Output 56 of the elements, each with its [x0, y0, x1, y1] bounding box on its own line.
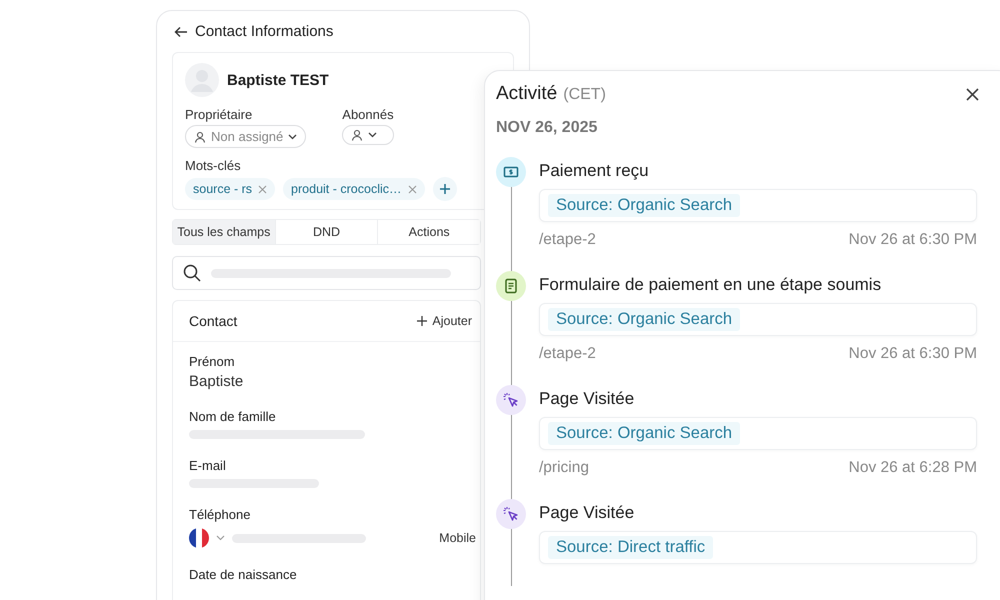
field-label: Mots-clés: [185, 158, 242, 173]
event-title: Page Visitée: [539, 503, 636, 523]
field-label: Abonnés: [342, 107, 394, 122]
event-time: Nov 26 at 6:28 PM: [848, 459, 977, 477]
caret-icon: [368, 132, 378, 138]
flag-icon[interactable]: [189, 528, 209, 548]
plus-icon: [417, 316, 428, 326]
event-title: Formulaire de paiement en une étape soumis: [539, 275, 882, 295]
event-title: Page Visitée: [539, 389, 636, 409]
caret-icon: [288, 134, 298, 140]
event-time: Nov 26 at 6:30 PM: [848, 231, 977, 249]
banknote-icon: [496, 157, 526, 187]
field-label: Date de naissance: [189, 567, 298, 582]
user-icon: [351, 129, 364, 141]
cursor-click-icon: [496, 499, 526, 529]
owner-dropdown[interactable]: Non assigné: [185, 125, 306, 148]
panel-title: Activité: [496, 83, 558, 105]
tab[interactable]: Tous les champs: [173, 220, 276, 244]
remove-icon[interactable]: [408, 184, 416, 194]
search-field[interactable]: [172, 256, 481, 290]
back-arrow-icon[interactable]: [174, 26, 188, 38]
contact-name: Baptiste TEST: [227, 72, 329, 88]
panel-title: Contact Informations: [195, 23, 334, 40]
source-tag: Source: Organic Search: [548, 308, 740, 331]
page-path: /etape-2: [539, 231, 596, 249]
tag-label: source - rs: [193, 182, 252, 196]
timezone-label: (CET): [563, 86, 606, 104]
page-path: /pricing: [539, 459, 589, 477]
search-icon: [183, 264, 201, 282]
section-title: Contact: [189, 313, 238, 329]
event-time: Nov 26 at 6:30 PM: [848, 345, 977, 363]
caret-icon[interactable]: [216, 535, 225, 541]
source-tag: Source: Organic Search: [548, 194, 740, 217]
page-path: /etape-2: [539, 345, 596, 363]
date-heading: NOV 26, 2025: [496, 119, 598, 137]
add-tag-button[interactable]: [432, 177, 456, 201]
field-value: Baptiste: [189, 373, 244, 390]
source-tag: Source: Direct traffic: [548, 536, 714, 559]
event-title: Paiement reçu: [539, 161, 650, 181]
field-label: Propriétaire: [185, 107, 254, 122]
user-icon: [194, 130, 206, 142]
close-icon[interactable]: [966, 88, 979, 100]
avatar-icon: [185, 63, 219, 97]
tag-label: produit - crococlic…: [291, 182, 402, 196]
cursor-click-icon: [496, 385, 526, 415]
plus-icon: [438, 183, 450, 195]
field-label: E-mail: [189, 458, 227, 473]
field-label: Nom de famille: [189, 409, 277, 424]
remove-icon[interactable]: [258, 184, 268, 194]
field-label: Téléphone: [189, 507, 252, 522]
field-label: Prénom: [189, 354, 236, 369]
phone-type: Mobile: [439, 531, 476, 545]
source-tag: Source: Organic Search: [548, 422, 740, 445]
document-icon: [496, 271, 526, 301]
add-button[interactable]: Ajouter: [417, 314, 472, 328]
followers-dropdown[interactable]: [342, 125, 394, 145]
